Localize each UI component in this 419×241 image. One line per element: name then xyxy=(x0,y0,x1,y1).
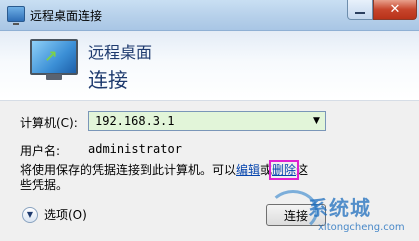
chevron-down-icon[interactable]: ▼ xyxy=(308,112,325,130)
computer-input-value: 192.168.3.1 xyxy=(95,114,175,128)
remote-desktop-window: 远程桌面连接 ✕ ↗ 远程桌面 连接 计算机(C): 192.168.3.1 ▼… xyxy=(0,0,419,241)
edit-credentials-link[interactable]: 编辑 xyxy=(236,163,260,177)
header-banner: ↗ 远程桌面 连接 xyxy=(0,31,419,101)
expand-options-icon: ▼ xyxy=(22,206,38,223)
close-icon: ✕ xyxy=(389,2,401,17)
minimize-icon xyxy=(355,11,365,14)
username-label: 用户名: xyxy=(20,144,61,158)
watermark-url: xitongcheng.com xyxy=(318,222,405,233)
info-text-part1: 将使用保存的凭据连接到此计算机。可以 xyxy=(20,163,237,177)
window-title: 远程桌面连接 xyxy=(30,9,103,23)
banner-title-line1: 远程桌面 xyxy=(88,43,153,62)
minimize-button[interactable] xyxy=(347,0,373,20)
info-text-part2: 这 xyxy=(296,163,309,177)
info-text-line2: 些凭据。 xyxy=(20,178,69,192)
remote-desktop-monitor-icon: ↗ xyxy=(30,39,78,80)
banner-title-line2: 连接 xyxy=(88,68,128,92)
title-bar[interactable]: 远程桌面连接 ✕ xyxy=(0,0,419,31)
computer-input[interactable]: 192.168.3.1 ▼ xyxy=(88,111,326,131)
options-label: 选项(O) xyxy=(44,208,87,222)
options-toggle[interactable]: ▼ 选项(O) xyxy=(22,206,87,223)
watermark-brand: 系统城 xyxy=(308,196,371,220)
username-value: administrator xyxy=(88,142,182,156)
close-button[interactable]: ✕ xyxy=(373,0,417,20)
delete-credentials-link[interactable]: 删除 xyxy=(269,160,300,180)
remote-desktop-app-icon xyxy=(7,6,25,25)
computer-label: 计算机(C): xyxy=(20,116,78,130)
watermark-logo: 系统城 xitongcheng.com xyxy=(268,184,418,240)
info-text-or: 或 xyxy=(260,163,273,177)
